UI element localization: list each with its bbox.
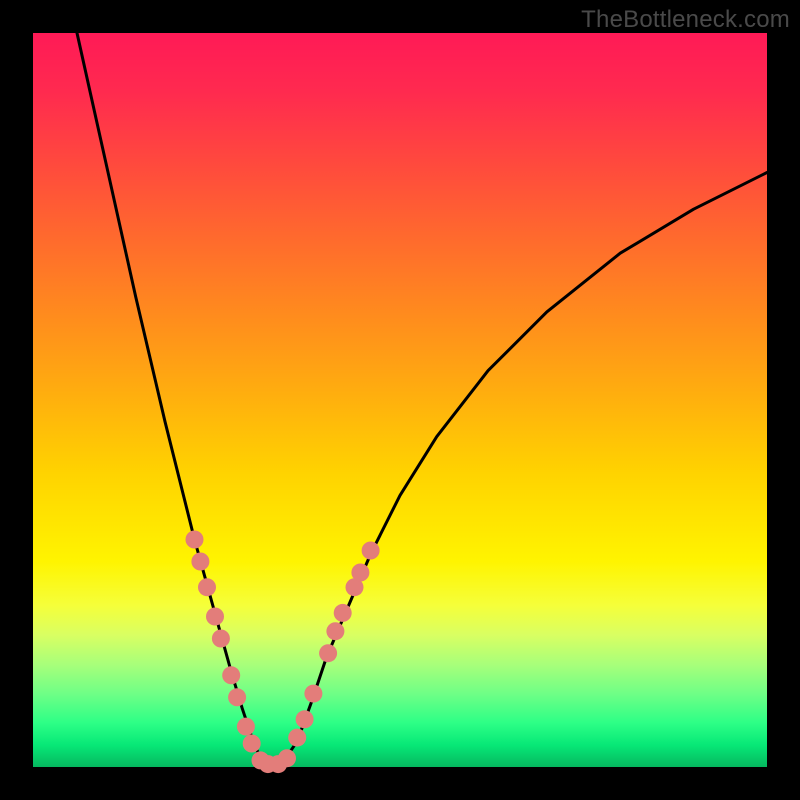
highlight-dot: [351, 564, 369, 582]
highlight-dot: [228, 688, 246, 706]
highlight-dot: [319, 644, 337, 662]
curve-line: [77, 33, 767, 764]
attribution-text: TheBottleneck.com: [581, 6, 790, 34]
highlight-dot: [198, 578, 216, 596]
plot-area: [33, 33, 767, 767]
highlight-dot: [191, 553, 209, 571]
highlight-dot: [304, 685, 322, 703]
chart-frame: TheBottleneck.com: [0, 0, 800, 800]
highlight-dot: [212, 630, 230, 648]
highlight-dot: [222, 666, 240, 684]
highlight-dot: [243, 735, 261, 753]
highlight-dot: [237, 718, 255, 736]
highlight-dot: [326, 622, 344, 640]
highlight-dot: [186, 531, 204, 549]
highlight-dot: [296, 710, 314, 728]
highlight-dot: [362, 542, 380, 560]
highlight-dots: [186, 531, 380, 774]
chart-svg: [33, 33, 767, 767]
highlight-dot: [334, 604, 352, 622]
highlight-dot: [206, 608, 224, 626]
highlight-dot: [288, 729, 306, 747]
highlight-dot: [278, 749, 296, 767]
